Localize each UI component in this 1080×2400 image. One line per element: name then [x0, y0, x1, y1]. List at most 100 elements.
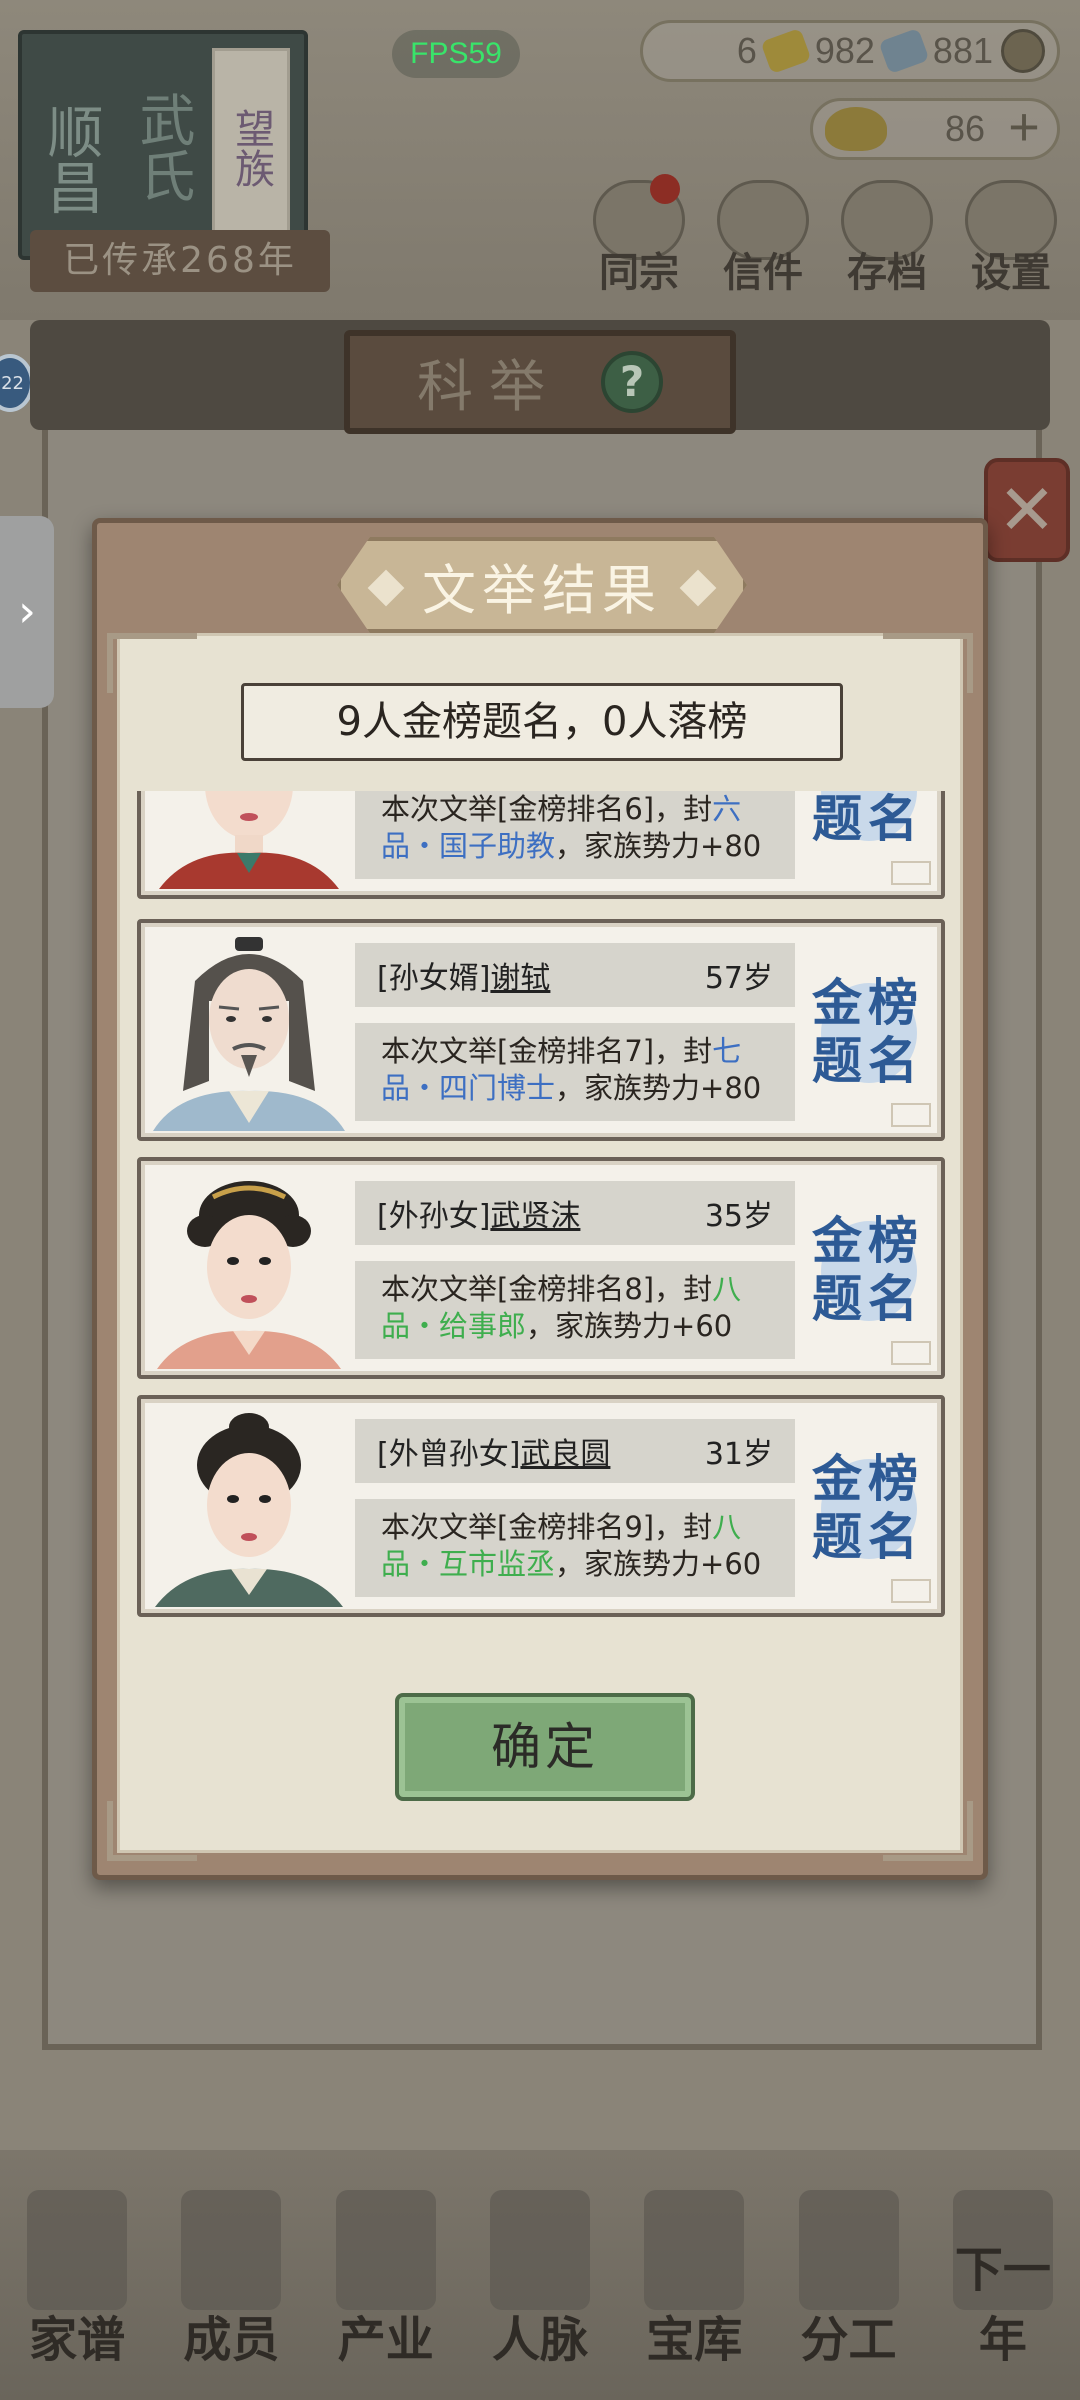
- member-info: [外曾孙女] 武良圆 31岁: [355, 1419, 795, 1483]
- menu-letter-button[interactable]: 信件: [704, 180, 822, 300]
- result-description: 本次文举[金榜排名6]，封六品・国子助教，家族势力+80: [355, 791, 795, 879]
- nav-network[interactable]: 人脉: [470, 2170, 610, 2370]
- close-button[interactable]: ✕: [984, 458, 1070, 562]
- result-list[interactable]: 本次文举[金榜排名6]，封六品・国子助教，家族势力+80 金 榜 题 名: [137, 791, 953, 1661]
- nav-tasks-label: 分工: [800, 2312, 897, 2368]
- gold-icon: [760, 27, 812, 75]
- frame-corner: [107, 633, 197, 693]
- exam-result-modal: 文举结果 9人金榜题名，0人落榜 本次文举[金榜排名6]，封六品・国子助教，家族…: [92, 518, 988, 1880]
- menu-letter-label: 信件: [723, 250, 803, 296]
- result-description: 本次文举[金榜排名9]，封八品・互市监丞，家族势力+60: [355, 1499, 795, 1597]
- diamond-ornament: [367, 569, 405, 607]
- desc-prefix: 本次文举[金榜排名6]，封: [381, 792, 713, 826]
- stamp-char: 题: [812, 1269, 862, 1328]
- member-name[interactable]: 谢轼: [490, 953, 550, 997]
- clan-tag: 望族: [212, 48, 290, 248]
- clan-name-right: 武氏: [130, 91, 195, 203]
- frame-corner: [107, 1801, 197, 1861]
- nav-industry-label: 产业: [337, 2312, 434, 2368]
- clan-book: 顺昌 武氏 望族: [18, 30, 308, 260]
- stamp-char: 题: [812, 1507, 862, 1566]
- building-icon: [335, 2190, 436, 2310]
- portrait-avatar: [149, 791, 349, 889]
- bottom-nav: 家谱 成员 产业 人脉 宝库 分工 下一年: [0, 2150, 1080, 2400]
- nav-next-year[interactable]: 下一年: [933, 2170, 1073, 2370]
- member-age: 35岁: [704, 1199, 773, 1234]
- member-age: 57岁: [704, 961, 773, 996]
- nav-members-label: 成员: [183, 2312, 280, 2368]
- coin-icon: [1001, 29, 1045, 73]
- clan-name-left: 顺昌: [38, 103, 103, 215]
- stamp-char: 题: [812, 1031, 862, 1090]
- modal-title: 文举结果: [422, 558, 662, 622]
- member-info: [外孙女] 武贤沫 35岁: [355, 1181, 795, 1245]
- gold-list-stamp: 金 榜 题 名: [805, 791, 925, 865]
- nav-network-label: 人脉: [491, 2312, 588, 2368]
- result-summary: 9人金榜题名，0人落榜: [241, 683, 843, 761]
- ingot-icon: [825, 107, 887, 151]
- desc-prefix: 本次文举[金榜排名7]，封: [381, 1034, 713, 1068]
- result-description: 本次文举[金榜排名8]，封八品・给事郎，家族势力+60: [355, 1261, 795, 1359]
- gold-list-stamp: 金 榜 题 名: [805, 957, 925, 1107]
- menu-save-label: 存档: [847, 250, 927, 296]
- gold-list-stamp: 金 榜 题 名: [805, 1195, 925, 1345]
- stamp-char: 题: [812, 791, 862, 848]
- nav-treasury[interactable]: 宝库: [624, 2170, 764, 2370]
- nav-tasks[interactable]: 分工: [779, 2170, 919, 2370]
- member-relation: [外曾孙女]: [377, 1437, 521, 1472]
- ticket-icon: [878, 27, 930, 75]
- desc-suffix: ，家族势力+80: [555, 1071, 762, 1105]
- modal-title-plate: 文举结果: [337, 537, 747, 633]
- stamp-char: 金: [812, 1211, 862, 1270]
- result-card: [孙女婿] 谢轼 57岁 本次文举[金榜排名7]，封七品・四门博士，家族势力+8…: [137, 919, 945, 1141]
- nav-genealogy-label: 家谱: [29, 2312, 126, 2368]
- portrait-avatar: [149, 931, 349, 1131]
- ingot-count: 86: [944, 108, 985, 149]
- level-badge[interactable]: 22: [0, 354, 34, 412]
- gold-count: 6: [736, 30, 757, 71]
- member-info: [孙女婿] 谢轼 57岁: [355, 943, 795, 1007]
- member-name[interactable]: 武良圆: [520, 1429, 610, 1473]
- menu-save-button[interactable]: 存档: [828, 180, 946, 300]
- menu-clan-button[interactable]: 同宗: [580, 174, 698, 300]
- nav-next-year-label: 下一年: [954, 2242, 1051, 2368]
- member-relation: [孙女婿]: [377, 961, 491, 996]
- coin-count: 881: [932, 30, 993, 71]
- exam-title: 科举: [417, 354, 561, 420]
- book-icon: [27, 2190, 128, 2310]
- desc-suffix: ，家族势力+60: [555, 1547, 762, 1581]
- desc-suffix: ，家族势力+60: [526, 1309, 733, 1343]
- network-icon: [489, 2190, 590, 2310]
- nav-genealogy[interactable]: 家谱: [7, 2170, 147, 2370]
- member-relation: [外孙女]: [377, 1199, 491, 1234]
- resource-bar: 6 982 881: [640, 20, 1060, 82]
- frame-corner: [883, 1801, 973, 1861]
- nav-treasury-label: 宝库: [646, 2312, 743, 2368]
- nav-industry[interactable]: 产业: [316, 2170, 456, 2370]
- stamp-char: 名: [868, 1269, 918, 1328]
- stamp-char: 名: [868, 791, 918, 848]
- stamp-char: 金: [812, 973, 862, 1032]
- clan-years: 已传承268年: [30, 230, 330, 292]
- result-card: [外孙女] 武贤沫 35岁 本次文举[金榜排名8]，封八品・给事郎，家族势力+6…: [137, 1157, 945, 1379]
- stamp-char: 榜: [868, 1211, 918, 1270]
- add-ingot-button[interactable]: +: [999, 100, 1049, 154]
- help-icon[interactable]: ?: [601, 351, 663, 413]
- stamp-char: 榜: [868, 973, 918, 1032]
- desc-prefix: 本次文举[金榜排名8]，封: [381, 1272, 713, 1306]
- menu-settings-button[interactable]: 设置: [952, 180, 1070, 300]
- nav-members[interactable]: 成员: [161, 2170, 301, 2370]
- result-description: 本次文举[金榜排名7]，封七品・四门博士，家族势力+80: [355, 1023, 795, 1121]
- portrait-avatar: [149, 1407, 349, 1607]
- treasure-icon: [644, 2190, 745, 2310]
- confirm-button[interactable]: 确定: [395, 1693, 695, 1801]
- side-expand-tab[interactable]: ›: [0, 516, 54, 708]
- ticket-count: 982: [814, 30, 875, 71]
- diamond-ornament: [679, 569, 717, 607]
- member-icon: [181, 2190, 282, 2310]
- fps-counter: FPS59: [392, 30, 520, 78]
- top-menu: 同宗 信件 存档 设置: [580, 174, 1070, 300]
- member-name[interactable]: 武贤沫: [490, 1191, 580, 1235]
- result-card: 本次文举[金榜排名6]，封六品・国子助教，家族势力+80 金 榜 题 名: [137, 791, 945, 899]
- exam-title-board: 科举 ?: [344, 330, 736, 434]
